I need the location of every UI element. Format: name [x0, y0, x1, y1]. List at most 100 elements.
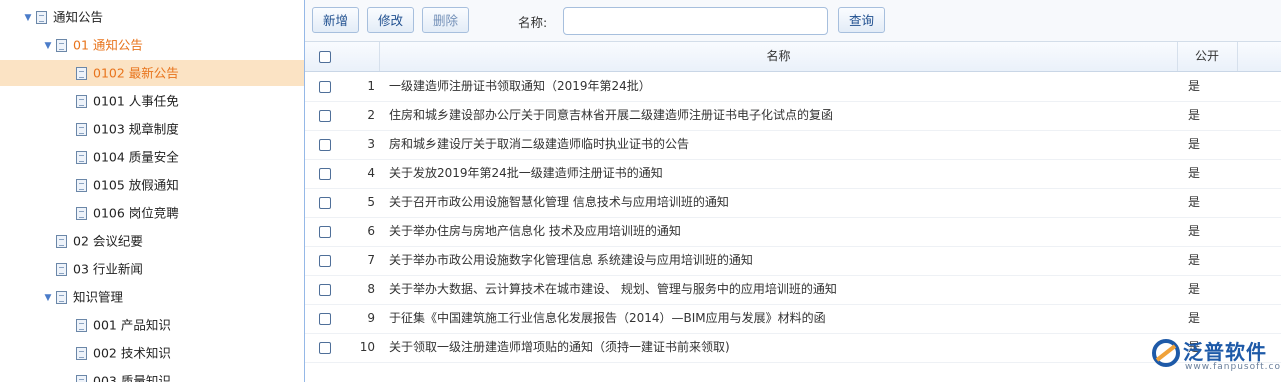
table-row[interactable]: 1 一级建造师注册证书领取通知（2019年第24批） 是	[305, 72, 1281, 102]
column-header-public[interactable]: 公开	[1177, 42, 1238, 71]
row-title[interactable]: 住房和城乡建设部办公厅关于同意吉林省开展二级建造师注册证书电子化试点的复函	[389, 101, 833, 130]
tree-node-label: 0101 人事任免	[93, 93, 179, 109]
search-input[interactable]	[563, 7, 828, 35]
tree-node[interactable]: 0102 最新公告	[0, 60, 304, 86]
category-tree: ▼ 通知公告 ▼ 01 通知公告 0102 最新公告 0101 人事任免 0103 规章制度…	[0, 0, 305, 382]
table-row[interactable]: 6 关于举办住房与房地产信息化 技术及应用培训班的通知 是	[305, 217, 1281, 247]
logo-url: www.fanpusoft.com	[1185, 362, 1281, 372]
row-checkbox[interactable]	[319, 110, 331, 122]
edit-button[interactable]: 修改	[367, 7, 415, 33]
tree-node-label: 通知公告	[53, 9, 104, 25]
select-all-checkbox[interactable]	[319, 51, 331, 63]
row-number: 3	[367, 137, 375, 151]
row-title[interactable]: 关于举办大数据、云计算技术在城市建设、 规划、管理与服务中的应用培训班的通知	[389, 275, 837, 304]
document-icon	[76, 95, 87, 108]
document-icon	[76, 375, 87, 382]
document-icon	[56, 39, 67, 52]
row-title[interactable]: 一级建造师注册证书领取通知（2019年第24批）	[389, 72, 651, 101]
tree-node-label: 001 产品知识	[93, 317, 171, 333]
row-public: 是	[1188, 253, 1201, 267]
document-icon	[76, 151, 87, 164]
delete-button[interactable]: 删除	[422, 7, 470, 33]
document-icon	[56, 235, 67, 248]
expand-arrow-icon[interactable]: ▼	[20, 5, 36, 31]
row-checkbox[interactable]	[319, 168, 331, 180]
row-public: 是	[1188, 137, 1201, 151]
logo-mark-icon	[1152, 339, 1180, 367]
row-title[interactable]: 房和城乡建设厅关于取消二级建造师临时执业证书的公告	[389, 130, 689, 159]
row-checkbox[interactable]	[319, 342, 331, 354]
brand-logo: 泛普软件 www.fanpusoft.com	[1151, 336, 1281, 376]
tree-node-label: 0102 最新公告	[93, 65, 179, 81]
row-public: 是	[1188, 195, 1201, 209]
row-number: 8	[367, 282, 375, 296]
row-public: 是	[1188, 108, 1201, 122]
row-title[interactable]: 关于领取一级注册建造师增项贴的通知（须持一建证书前来领取)	[389, 333, 730, 362]
toolbar: 新增 修改 删除 名称: 查询	[305, 0, 1281, 42]
tree-node[interactable]: 002 技术知识	[60, 340, 171, 366]
row-number: 5	[367, 195, 375, 209]
table-row[interactable]: 2 住房和城乡建设部办公厅关于同意吉林省开展二级建造师注册证书电子化试点的复函 是	[305, 101, 1281, 131]
row-title[interactable]: 关于举办市政公用设施数字化管理信息 系统建设与应用培训班的通知	[389, 246, 753, 275]
document-icon	[76, 67, 87, 80]
search-label: 名称:	[518, 15, 548, 30]
table-row[interactable]: 9 于征集《中国建筑施工行业信息化发展报告（2014）—BIM应用与发展》材料的函…	[305, 304, 1281, 334]
tree-node[interactable]: 02 会议纪要	[40, 228, 143, 254]
tree-node[interactable]: 001 产品知识	[60, 312, 171, 338]
tree-node[interactable]: ▼ 01 通知公告	[40, 32, 143, 58]
document-icon	[76, 319, 87, 332]
table-row[interactable]: 5 关于召开市政公用设施智慧化管理 信息技术与应用培训班的通知 是	[305, 188, 1281, 218]
row-title[interactable]: 关于举办住房与房地产信息化 技术及应用培训班的通知	[389, 217, 681, 246]
row-public: 是	[1188, 311, 1201, 325]
row-checkbox[interactable]	[319, 81, 331, 93]
row-public: 是	[1188, 282, 1201, 296]
row-checkbox[interactable]	[319, 313, 331, 325]
row-checkbox[interactable]	[319, 197, 331, 209]
row-public: 是	[1188, 166, 1201, 180]
add-button[interactable]: 新增	[312, 7, 360, 33]
document-icon	[56, 291, 67, 304]
document-icon	[56, 263, 67, 276]
table-row[interactable]: 3 房和城乡建设厅关于取消二级建造师临时执业证书的公告 是	[305, 130, 1281, 160]
column-header-name[interactable]: 名称	[379, 42, 1178, 71]
tree-node[interactable]: 0106 岗位竞聘	[60, 200, 179, 226]
expand-arrow-icon[interactable]: ▼	[40, 33, 56, 59]
row-public: 是	[1188, 224, 1201, 238]
tree-node[interactable]: ▼ 知识管理	[40, 284, 123, 310]
row-checkbox[interactable]	[319, 226, 331, 238]
document-icon	[76, 123, 87, 136]
tree-node-label: 0104 质量安全	[93, 149, 179, 165]
document-icon	[36, 11, 47, 24]
tree-node[interactable]: 0101 人事任免	[60, 88, 179, 114]
row-checkbox[interactable]	[319, 284, 331, 296]
row-number: 6	[367, 224, 375, 238]
table-row[interactable]: 10 关于领取一级注册建造师增项贴的通知（须持一建证书前来领取) 是	[305, 333, 1281, 363]
expand-arrow-icon[interactable]: ▼	[40, 285, 56, 311]
row-checkbox[interactable]	[319, 255, 331, 267]
document-icon	[76, 207, 87, 220]
table-row[interactable]: 4 关于发放2019年第24批一级建造师注册证书的通知 是	[305, 159, 1281, 189]
table-row[interactable]: 8 关于举办大数据、云计算技术在城市建设、 规划、管理与服务中的应用培训班的通知 是	[305, 275, 1281, 305]
tree-node-label: 知识管理	[73, 289, 124, 305]
row-title[interactable]: 于征集《中国建筑施工行业信息化发展报告（2014）—BIM应用与发展》材料的函	[389, 304, 826, 333]
tree-node[interactable]: 003 质量知识	[60, 368, 171, 382]
document-icon	[76, 347, 87, 360]
row-public: 是	[1188, 79, 1201, 93]
tree-node[interactable]: 0104 质量安全	[60, 144, 179, 170]
table-row[interactable]: 7 关于举办市政公用设施数字化管理信息 系统建设与应用培训班的通知 是	[305, 246, 1281, 276]
tree-node-label: 0103 规章制度	[93, 121, 179, 137]
tree-node-label: 03 行业新闻	[73, 261, 143, 277]
tree-node-label: 0106 岗位竞聘	[93, 205, 179, 221]
row-title[interactable]: 关于召开市政公用设施智慧化管理 信息技术与应用培训班的通知	[389, 188, 729, 217]
tree-node[interactable]: 0105 放假通知	[60, 172, 179, 198]
tree-node-label: 0105 放假通知	[93, 177, 179, 193]
row-checkbox[interactable]	[319, 139, 331, 151]
query-button[interactable]: 查询	[838, 7, 886, 33]
tree-node[interactable]: ▼ 通知公告	[20, 4, 103, 30]
tree-node-label: 002 技术知识	[93, 345, 171, 361]
row-number: 4	[367, 166, 375, 180]
row-title[interactable]: 关于发放2019年第24批一级建造师注册证书的通知	[389, 159, 663, 188]
row-number: 7	[367, 253, 375, 267]
tree-node[interactable]: 0103 规章制度	[60, 116, 179, 142]
tree-node[interactable]: 03 行业新闻	[40, 256, 143, 282]
